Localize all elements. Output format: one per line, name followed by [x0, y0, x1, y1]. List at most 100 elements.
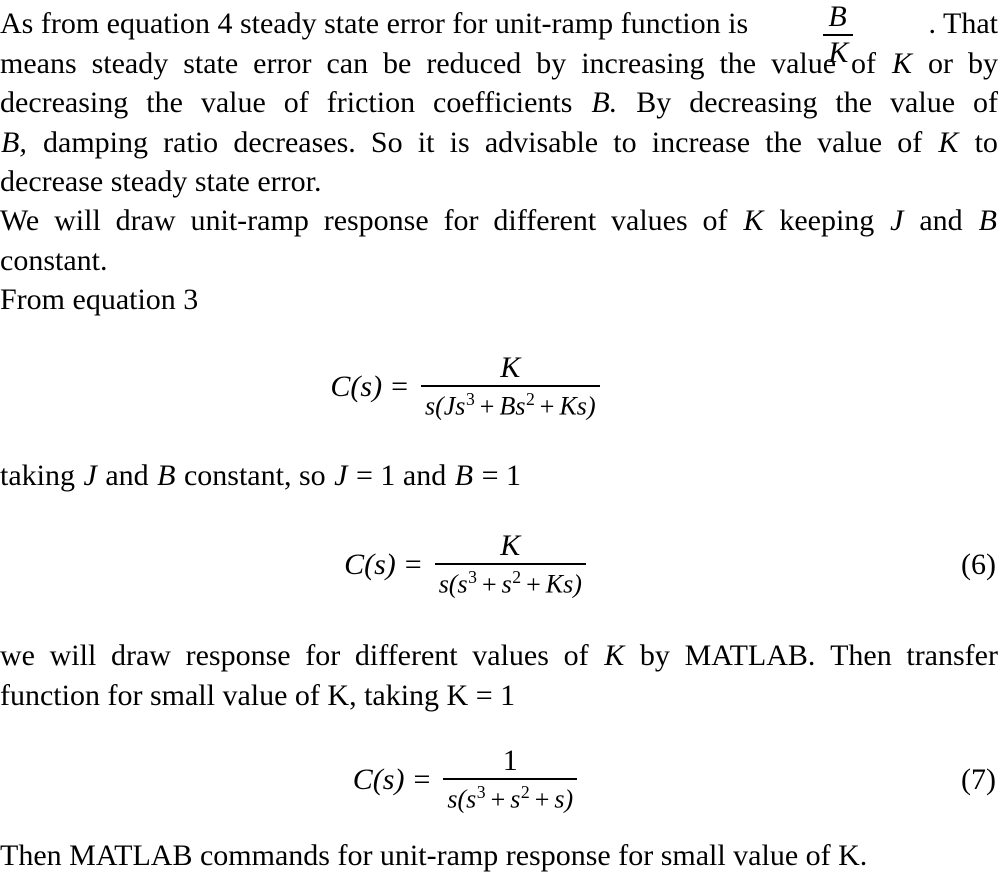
word: decreases.	[233, 125, 356, 159]
paragraph-steady-state-error: As from equation 4 steady state error fo…	[0, 2, 998, 202]
word: of	[563, 639, 589, 672]
word: damping	[43, 125, 148, 159]
word: can	[326, 46, 369, 80]
word: keeping	[779, 204, 875, 237]
word: and	[919, 204, 963, 237]
math-variable-b: B	[454, 459, 474, 492]
word: of	[702, 204, 728, 237]
word: By	[636, 86, 672, 119]
math-variable-b: B	[157, 459, 176, 492]
word: different	[354, 639, 458, 672]
equation-lhs: C(s) =	[353, 763, 440, 797]
paragraph-matlab-commands: Then MATLAB commands for unit-ramp respo…	[0, 836, 998, 876]
paragraph-unit-ramp-response: We will draw unit-ramp response for diff…	[0, 201, 998, 320]
fraction: K s(s3 + s2 + Ks)	[434, 530, 586, 599]
word: of	[851, 46, 877, 80]
word: to	[613, 125, 637, 159]
den-operator-1: +	[479, 391, 495, 421]
math-variable-b: B	[978, 204, 997, 237]
word: will	[54, 204, 101, 237]
word: coefficients	[433, 86, 573, 119]
word: transfer	[906, 639, 998, 672]
den-exponent-1: 3	[468, 566, 477, 587]
number-value: 1	[505, 459, 521, 492]
word: So	[370, 125, 403, 159]
word: values	[472, 639, 549, 672]
word: steady	[91, 46, 169, 80]
word: by	[967, 46, 998, 80]
math-variable-j: J	[334, 459, 348, 492]
den-term-3: Ks	[559, 391, 587, 421]
word: it	[417, 125, 435, 159]
word: increasing	[581, 46, 705, 80]
den-open: s(	[438, 569, 458, 599]
word: for	[305, 639, 341, 672]
word: ratio	[163, 125, 219, 159]
den-term-3: Ks	[545, 569, 574, 599]
word: so	[298, 459, 326, 492]
word: unit-ramp	[190, 204, 309, 237]
word: for	[443, 204, 479, 237]
math-variable-j: J	[83, 459, 97, 492]
text-line: we will draw response for different valu…	[0, 636, 998, 676]
equation-6: C(s) = K s(s3 + s2 + Ks) (6)	[0, 520, 998, 610]
den-term-3: s	[554, 784, 565, 814]
equals-sign: =	[391, 370, 408, 403]
equation-lhs-text: C(s)	[344, 548, 396, 581]
den-operator-2: +	[526, 569, 541, 599]
den-term-1: s	[466, 784, 477, 814]
equation-number: (6)	[961, 548, 996, 581]
equation-number: (7)	[961, 763, 996, 796]
math-variable-j: J	[890, 204, 904, 237]
den-operator-2: +	[539, 391, 555, 421]
word: be	[383, 46, 412, 80]
text-line: constant.	[0, 243, 108, 277]
word: or	[927, 46, 953, 80]
math-variable-k: K	[743, 204, 764, 237]
den-exponent-1: 3	[476, 781, 486, 802]
text-line: decreasing the value of friction coeffic…	[0, 83, 998, 123]
word: and	[105, 459, 149, 492]
den-term-1: Js	[443, 391, 466, 421]
fraction-denominator: K	[828, 36, 849, 69]
fraction: K s(Js3 + Bs2 + Ks)	[420, 352, 600, 421]
word: of	[897, 125, 923, 159]
math-variable-k: K	[892, 46, 913, 80]
number-value: 1	[380, 459, 396, 492]
word: by	[536, 46, 567, 80]
word: is	[449, 125, 470, 159]
text-line: As from equation 4 steady state error fo…	[0, 2, 998, 68]
line-text: As from equation 4 steady state error fo…	[0, 7, 749, 40]
text-line: B, damping ratio decreases. So it is adv…	[0, 123, 998, 163]
den-close: )	[564, 784, 574, 814]
word: the	[765, 125, 802, 159]
text-line: taking J and B constant, so J = 1 and B …	[0, 456, 998, 496]
equals-sign: =	[404, 548, 422, 581]
equation-7: C(s) = 1 s(s3 + s2 + s) (7)	[0, 735, 998, 825]
den-exponent-1: 3	[465, 388, 475, 409]
den-close: )	[573, 569, 582, 599]
fraction: 1 s(s3 + s2 + s)	[443, 745, 578, 815]
math-variable-b: B,	[1, 125, 27, 159]
word: taking	[0, 459, 75, 492]
word: draw	[110, 639, 171, 672]
text-line: From equation 3	[0, 283, 199, 316]
word: to	[974, 125, 998, 159]
fraction-numerator: 1	[493, 745, 528, 778]
word: value	[890, 86, 956, 119]
den-exponent-2: 2	[520, 781, 530, 802]
equation-body: C(s) = 1 s(s3 + s2 + s)	[0, 735, 930, 825]
den-exponent-2: 2	[512, 566, 522, 587]
word: by	[639, 639, 670, 672]
word: advisable	[484, 125, 599, 159]
den-operator-1: +	[490, 784, 506, 814]
den-open: s(	[424, 391, 444, 421]
den-operator-1: +	[481, 569, 497, 599]
equation-lhs-text: C(s)	[330, 370, 383, 403]
den-exponent-2: 2	[525, 388, 535, 409]
equals-sign: =	[481, 459, 499, 492]
fraction-denominator: s(s3 + s2 + s)	[443, 780, 577, 815]
text-line: decrease steady state error.	[0, 165, 322, 198]
equation-body: C(s) = K s(s3 + s2 + Ks)	[0, 520, 930, 610]
word: value	[200, 86, 266, 119]
